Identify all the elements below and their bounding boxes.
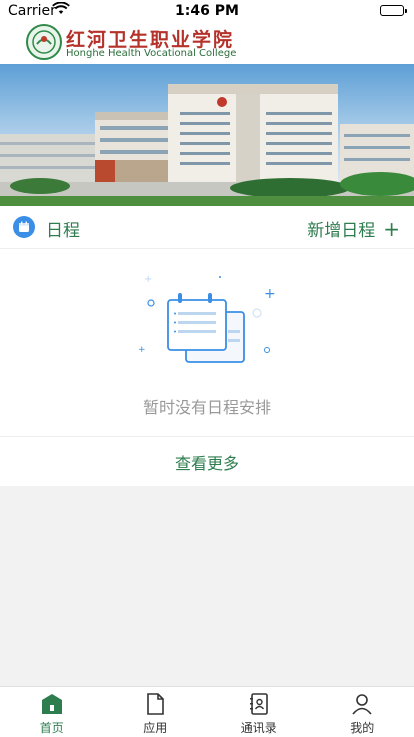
empty-schedule-text: 暂时没有日程安排 [0,394,414,418]
tab-home-label: 首页 [0,719,104,736]
schedule-card: 日程 新增日程+ + + + 暂时 [0,206,414,486]
divider [0,436,414,437]
clock: 1:46 PM [0,3,414,19]
empty-schedule-illustration-icon: + + + [136,268,280,364]
bottom-tab-bar: 首页 应用 通讯录 [0,686,414,737]
svg-text:+: + [144,274,152,285]
plus-icon: + [383,217,400,241]
schedule-title: 日程 [46,216,80,241]
battery-icon [380,5,404,16]
schedule-header: 日程 新增日程 + [0,206,414,249]
tab-profile-label: 我的 [311,719,414,736]
college-name-en: Honghe Health Vocational College [66,48,236,59]
tab-contacts[interactable]: 通讯录 [207,687,311,737]
home-icon [0,692,104,716]
profile-icon [311,692,414,716]
add-schedule-button[interactable]: 新增日程 + [307,216,400,241]
tab-profile[interactable]: 我的 [311,687,414,737]
tab-apps-label: 应用 [104,719,208,736]
tab-contacts-label: 通讯录 [207,719,311,736]
view-more-button[interactable]: 查看更多 [0,450,414,474]
svg-text:+: + [138,345,146,355]
tab-apps[interactable]: 应用 [104,687,208,737]
campus-banner-image[interactable] [0,64,414,206]
add-schedule-label: 新增日程 [307,221,375,241]
tab-home[interactable]: 首页 [0,687,104,737]
calendar-icon [13,216,35,238]
document-icon [104,692,208,716]
college-logo-icon [26,24,62,60]
svg-text:+: + [264,286,276,302]
status-bar: Carrier 1:46 PM [0,0,414,22]
app-header: 红河卫生职业学院 Honghe Health Vocational Colleg… [0,22,414,64]
contacts-icon [207,692,311,716]
